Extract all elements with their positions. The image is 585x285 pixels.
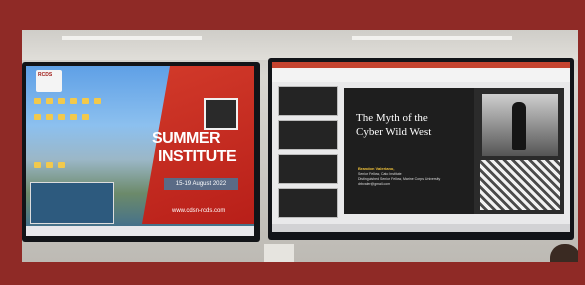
taskbar-preview-popup[interactable]	[30, 182, 114, 224]
powerpoint-status-bar	[272, 224, 570, 232]
desktop-folder-icon[interactable]	[34, 114, 41, 120]
slide-thumbnail-panel[interactable]	[278, 86, 338, 226]
desktop-folder-icon[interactable]	[70, 114, 77, 120]
desktop-folder-icon[interactable]	[82, 98, 89, 104]
powerpoint-window: The Myth of the Cyber Wild West Brandon …	[272, 62, 570, 232]
slide-title-line1: The Myth of the	[356, 112, 428, 124]
ceiling-light	[62, 36, 202, 40]
ceiling	[22, 30, 578, 60]
event-url: www.cdsn-rcds.com	[172, 208, 226, 214]
event-title-line1: SUMMER	[152, 130, 221, 147]
cowboy-silhouette	[512, 102, 526, 150]
conference-room-photo: RCDS SUMMER INSTITUTE 15-19 August 2022 …	[22, 30, 578, 262]
slide-affiliation: Senior Fellow, Cato Institute Distinguis…	[358, 172, 468, 187]
event-dates: 15-19 August 2022	[164, 178, 238, 190]
monitor-stand	[264, 244, 294, 262]
desktop-folder-icon[interactable]	[34, 98, 41, 104]
desktop-folder-icon[interactable]	[46, 114, 53, 120]
slide-thumbnail[interactable]	[278, 86, 338, 116]
slide-thumbnail[interactable]	[278, 120, 338, 150]
desktop-folder-icon[interactable]	[82, 114, 89, 120]
slide-title-line2: Cyber Wild West	[356, 126, 432, 138]
desktop-folder-icon[interactable]	[58, 98, 65, 104]
windows-taskbar[interactable]	[26, 226, 254, 236]
slide-thumbnail[interactable]	[278, 154, 338, 184]
current-slide: The Myth of the Cyber Wild West Brandon …	[344, 88, 564, 214]
author-email: drbvaler@gmail.com	[358, 182, 391, 186]
slide-author: Brandon Valeriano,	[358, 166, 395, 171]
map-graphic	[480, 160, 560, 210]
left-screen: RCDS SUMMER INSTITUTE 15-19 August 2022 …	[26, 66, 254, 236]
ceiling-light	[352, 36, 512, 40]
desktop-folder-icon[interactable]	[46, 98, 53, 104]
desktop-folder-icon[interactable]	[46, 162, 53, 168]
audience-member-head	[550, 244, 578, 262]
slide-thumbnail[interactable]	[278, 188, 338, 218]
left-monitor: RCDS SUMMER INSTITUTE 15-19 August 2022 …	[22, 62, 260, 242]
rcds-logo: RCDS	[36, 70, 62, 92]
desktop-folder-icon[interactable]	[58, 162, 65, 168]
logo-text: RCDS	[38, 72, 53, 78]
event-title-line2: INSTITUTE	[158, 148, 237, 165]
desktop-folder-icon[interactable]	[58, 114, 65, 120]
qr-code	[204, 98, 238, 130]
powerpoint-ribbon[interactable]	[272, 62, 570, 82]
photo-frame: RCDS SUMMER INSTITUTE 15-19 August 2022 …	[0, 0, 585, 285]
desktop-folder-icon[interactable]	[34, 162, 41, 168]
slide-text-area	[344, 88, 474, 214]
desktop-folder-icon[interactable]	[70, 98, 77, 104]
desktop-folder-icon[interactable]	[94, 98, 101, 104]
right-monitor: The Myth of the Cyber Wild West Brandon …	[268, 58, 574, 240]
